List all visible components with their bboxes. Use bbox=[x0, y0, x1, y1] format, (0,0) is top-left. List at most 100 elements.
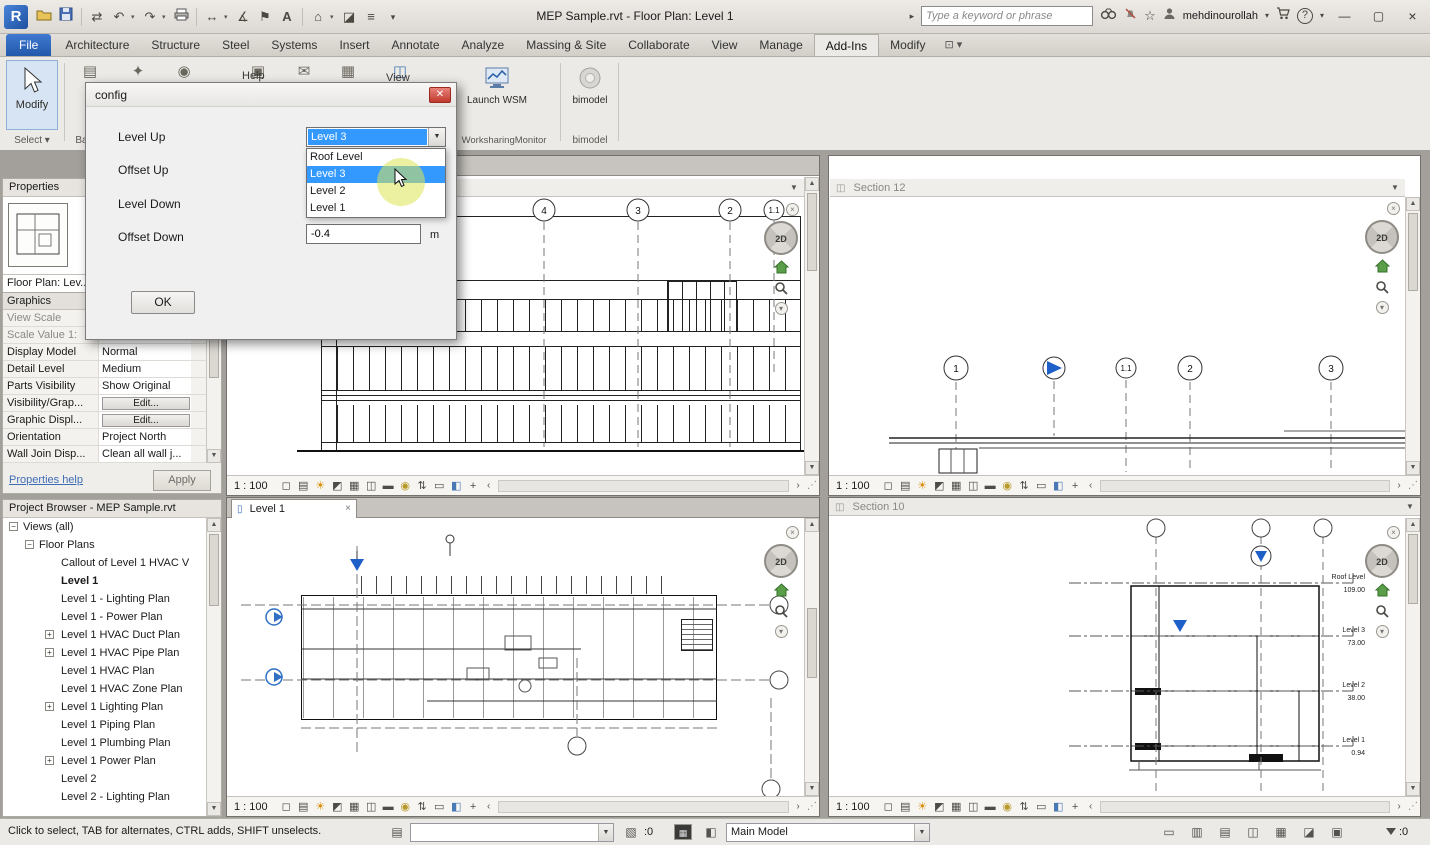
synchronize-button[interactable]: ⇄ bbox=[87, 6, 107, 28]
select-panel-label[interactable]: Select ▾ bbox=[6, 135, 58, 146]
tab-insert[interactable]: Insert bbox=[328, 34, 380, 56]
scroll-up-icon[interactable]: ▲ bbox=[1406, 518, 1420, 532]
close-button[interactable]: × bbox=[1399, 4, 1426, 28]
steering-wheel-icon[interactable]: 2D bbox=[764, 544, 798, 578]
maximize-button[interactable]: ▢ bbox=[1365, 4, 1392, 28]
edit-button[interactable]: Edit... bbox=[102, 414, 190, 427]
reveal-hidden-icon[interactable]: ◉ bbox=[999, 800, 1016, 813]
scroll-down-icon[interactable]: ▼ bbox=[1406, 782, 1420, 796]
design-option-dropdown[interactable]: Main Model▼ bbox=[726, 823, 930, 842]
property-row[interactable]: OrientationProject North bbox=[3, 429, 206, 446]
ribbon-tool-icon[interactable]: ✦ bbox=[126, 60, 150, 84]
resize-grip[interactable]: ⋰ bbox=[1406, 801, 1420, 812]
measure-dropdown-icon[interactable]: ▾ bbox=[224, 13, 231, 21]
horizontal-scrollbar[interactable] bbox=[1100, 801, 1390, 813]
horizontal-scrollbar[interactable] bbox=[498, 480, 789, 492]
crop-view-icon[interactable]: ▦ bbox=[346, 800, 363, 813]
edit-button[interactable]: Edit... bbox=[102, 397, 190, 410]
zoom-icon[interactable] bbox=[1373, 604, 1391, 620]
tree-item[interactable]: Level 1 Plumbing Plan bbox=[3, 734, 189, 752]
tree-item-floor-plans[interactable]: −Floor Plans bbox=[3, 536, 189, 554]
scroll-down-icon[interactable]: ▼ bbox=[207, 802, 221, 816]
qat-expand-icon[interactable]: ▸ bbox=[910, 5, 915, 27]
tab-annotate[interactable]: Annotate bbox=[380, 34, 450, 56]
scroll-left-icon[interactable]: ‹ bbox=[1084, 801, 1098, 812]
notification-icon[interactable] bbox=[1124, 5, 1137, 27]
tab-structure[interactable]: Structure bbox=[140, 34, 211, 56]
launch-wsm-button[interactable]: Launch WSM bbox=[466, 60, 528, 130]
tab-file[interactable]: File bbox=[6, 34, 51, 56]
scroll-right-icon[interactable]: › bbox=[1392, 801, 1406, 812]
scroll-up-icon[interactable]: ▲ bbox=[805, 518, 819, 532]
default-3d-view-button[interactable]: ⌂ bbox=[308, 6, 328, 28]
drag-on-selection-icon[interactable]: ▦ bbox=[1272, 824, 1290, 840]
tree-item-views[interactable]: −Views (all) bbox=[3, 518, 189, 536]
shadows-icon[interactable]: ◩ bbox=[329, 479, 346, 492]
active-workset-dropdown[interactable]: ▼ bbox=[410, 823, 614, 842]
temp-view-properties-icon[interactable]: ▭ bbox=[431, 479, 448, 492]
reveal-hidden-icon[interactable]: ◉ bbox=[397, 800, 414, 813]
scroll-right-icon[interactable]: › bbox=[1392, 480, 1406, 491]
sun-path-icon[interactable]: ☀ bbox=[312, 479, 329, 492]
redo-dropdown-icon[interactable]: ▾ bbox=[162, 13, 169, 21]
crop-view-icon[interactable]: ▦ bbox=[346, 479, 363, 492]
detail-level-icon[interactable]: ◻ bbox=[278, 800, 295, 813]
scale-button[interactable]: 1 : 100 bbox=[234, 801, 268, 813]
tab-manage[interactable]: Manage bbox=[748, 34, 813, 56]
home-icon[interactable] bbox=[772, 260, 790, 276]
sun-path-icon[interactable]: ☀ bbox=[914, 800, 931, 813]
tab-collaborate[interactable]: Collaborate bbox=[617, 34, 700, 56]
scroll-down-icon[interactable]: ▼ bbox=[207, 449, 221, 463]
tab-modify[interactable]: Modify bbox=[879, 34, 936, 56]
scrollbar-thumb[interactable] bbox=[807, 193, 817, 271]
navbar-options-icon[interactable]: ▾ bbox=[1376, 301, 1389, 314]
scroll-down-icon[interactable]: ▼ bbox=[805, 782, 819, 796]
help-search-input[interactable] bbox=[921, 6, 1093, 26]
selection-toggle-icon[interactable]: ▣ bbox=[1328, 824, 1346, 840]
dropdown-option[interactable]: Level 1 bbox=[307, 200, 445, 217]
worksharing-display-icon[interactable]: ⇅ bbox=[1016, 479, 1033, 492]
tab-view[interactable]: View bbox=[701, 34, 749, 56]
user-dropdown-icon[interactable]: ▾ bbox=[1265, 5, 1269, 27]
view-title-bar[interactable]: ◫ Section 12 ▼ bbox=[830, 179, 1405, 197]
hide-isolate-icon[interactable]: ▬ bbox=[380, 801, 397, 813]
visual-style-icon[interactable]: ▤ bbox=[897, 800, 914, 813]
temp-view-properties-icon[interactable]: ▭ bbox=[431, 800, 448, 813]
steering-wheel-icon[interactable]: 2D bbox=[1365, 220, 1399, 254]
drawing-canvas[interactable]: 1 1.1 2 3 ◫ Section 12 ▼ × 2D ▾ bbox=[829, 156, 1420, 475]
scroll-left-icon[interactable]: ‹ bbox=[1084, 480, 1098, 491]
resize-grip[interactable]: ⋰ bbox=[805, 480, 819, 491]
view-vertical-scrollbar[interactable]: ▲ ▼ bbox=[1405, 197, 1420, 475]
batch-tool-icon[interactable]: ▤ bbox=[78, 60, 102, 84]
view-vertical-scrollbar[interactable]: ▲ ▼ bbox=[804, 518, 819, 796]
scale-button[interactable]: 1 : 100 bbox=[836, 801, 870, 813]
visual-style-icon[interactable]: ▤ bbox=[897, 479, 914, 492]
thin-lines-button[interactable]: ≡ bbox=[361, 6, 381, 28]
property-row[interactable]: Graphic Displ...Edit... bbox=[3, 412, 206, 429]
temp-view-properties-icon[interactable]: ▭ bbox=[1033, 479, 1050, 492]
tree-item[interactable]: Level 1 - Lighting Plan bbox=[3, 590, 189, 608]
dropdown-option[interactable]: Roof Level bbox=[307, 149, 445, 166]
tree-item[interactable]: +Level 1 HVAC Duct Plan bbox=[3, 626, 189, 644]
ribbon-tool-icon[interactable]: ▦ bbox=[336, 60, 360, 84]
shadows-icon[interactable]: ◩ bbox=[931, 800, 948, 813]
search-icon[interactable] bbox=[1100, 5, 1117, 27]
resize-grip[interactable]: ⋰ bbox=[1406, 480, 1420, 491]
crop-region-icon[interactable]: ◫ bbox=[363, 479, 380, 492]
filter-icon[interactable] bbox=[1386, 828, 1396, 835]
analytical-model-icon[interactable]: ◧ bbox=[1050, 800, 1067, 813]
scroll-right-icon[interactable]: › bbox=[791, 801, 805, 812]
view-title-menu-icon[interactable]: ▼ bbox=[787, 179, 801, 197]
project-browser-title[interactable]: Project Browser - MEP Sample.rvt bbox=[3, 500, 221, 518]
tree-item-level-1[interactable]: Level 1 bbox=[3, 572, 189, 590]
crop-region-icon[interactable]: ◫ bbox=[965, 800, 982, 813]
temp-view-properties-icon[interactable]: ▭ bbox=[1033, 800, 1050, 813]
redo-button[interactable]: ↷ bbox=[140, 6, 160, 28]
detail-level-icon[interactable]: ◻ bbox=[880, 800, 897, 813]
property-row[interactable]: Detail LevelMedium bbox=[3, 361, 206, 378]
view-vertical-scrollbar[interactable]: ▲ ▼ bbox=[804, 177, 819, 475]
select-underlay-icon[interactable]: ▥ bbox=[1188, 824, 1206, 840]
combobox-dropdown-icon[interactable]: ▼ bbox=[428, 128, 445, 146]
mail-tool-icon[interactable]: ✉ bbox=[292, 60, 316, 84]
scrollbar-thumb[interactable] bbox=[1408, 534, 1418, 604]
